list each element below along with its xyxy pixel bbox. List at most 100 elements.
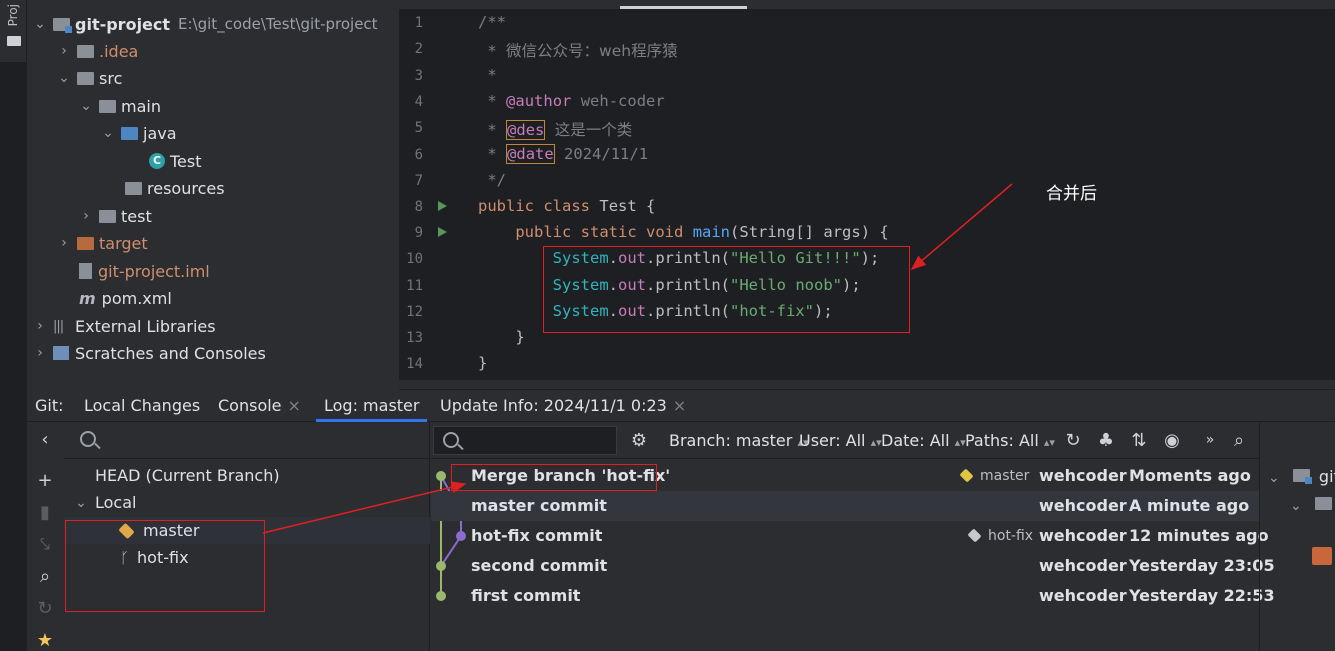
- tab-label: Update Info: 2024/11/1 0:23: [440, 396, 667, 415]
- tree-label: git-project.iml: [98, 261, 210, 281]
- commit-row[interactable]: second commit wehcoder Yesterday 23:05: [431, 551, 1275, 581]
- more-icon[interactable]: »: [1199, 422, 1221, 459]
- tree-row-resources[interactable]: resources: [119, 175, 225, 201]
- chevron-right-icon[interactable]: ›: [79, 208, 93, 224]
- commit-date: Yesterday 22:53: [1129, 586, 1275, 605]
- add-branch-icon[interactable]: +: [35, 470, 55, 491]
- tree-row-root[interactable]: ⌄ git-project E:\git_code\Test\git-proje…: [33, 11, 377, 37]
- chevron-right-icon[interactable]: ›: [33, 318, 47, 334]
- tree-row-external-libraries[interactable]: › ||| External Libraries: [33, 313, 215, 339]
- code-editor[interactable]: 1 2 3 4 5 6 7 8 9 10 11 12 13 14 /** * 微…: [399, 9, 1335, 389]
- chevron-down-icon[interactable]: ⌄: [79, 98, 93, 114]
- collapse-arrow-icon[interactable]: ‹: [35, 429, 55, 450]
- javadoc-date-value: 2024/11/1: [564, 145, 649, 163]
- commit-author: wehcoder: [1039, 586, 1127, 605]
- commit-row[interactable]: first commit wehcoder Yesterday 22:53: [431, 581, 1275, 611]
- log-toolbar: ⚙ Branch: master ▴▾ User: All ▴▾ Date: A…: [431, 422, 1259, 459]
- branch-pane: HEAD (Current Branch) ⌄ Local master ᚴ h…: [64, 422, 430, 651]
- user-filter[interactable]: User: All ▴▾: [799, 422, 882, 459]
- chevron-down-icon[interactable]: ⌄: [101, 125, 115, 141]
- run-method-icon[interactable]: [438, 227, 447, 237]
- tree-row-idea[interactable]: › .idea: [57, 38, 138, 64]
- folder-icon[interactable]: [7, 36, 21, 46]
- tab-local-changes[interactable]: Local Changes: [84, 390, 200, 422]
- tab-update-info[interactable]: Update Info: 2024/11/1 0:23 ×: [440, 390, 686, 422]
- left-stripe-background: [0, 62, 27, 390]
- date-filter[interactable]: Date: All ▴▾: [881, 422, 966, 459]
- code-line-14: }: [478, 354, 487, 372]
- tree-row-iml[interactable]: git-project.iml: [75, 258, 210, 284]
- log-search-input[interactable]: [433, 426, 617, 455]
- merge-icon[interactable]: ⤥: [35, 534, 55, 555]
- tree-row-target[interactable]: › target: [57, 230, 147, 256]
- paths-filter[interactable]: Paths: All ▴▾: [965, 422, 1055, 459]
- changes-root-row[interactable]: ⌄ git: [1268, 462, 1335, 492]
- tab-console[interactable]: Console ×: [218, 390, 301, 422]
- maven-icon: m: [79, 288, 96, 308]
- keyword: void: [646, 223, 684, 241]
- chevron-down-icon[interactable]: ⌄: [1290, 498, 1302, 514]
- delete-icon[interactable]: ▮: [35, 502, 55, 523]
- comment-open: /**: [478, 13, 506, 31]
- module-file-icon: [79, 263, 92, 279]
- branch-head-row[interactable]: HEAD (Current Branch): [64, 462, 430, 489]
- gear-icon[interactable]: ⚙: [628, 422, 650, 459]
- commit-date: 12 minutes ago: [1129, 526, 1269, 545]
- editor-tab-strip: [0, 0, 1335, 9]
- branch-search-bar[interactable]: [64, 422, 430, 459]
- brace: {: [646, 197, 656, 215]
- commit-row[interactable]: hot-fix commit hot-fix wehcoder 12 minut…: [431, 521, 1269, 551]
- refresh-icon[interactable]: ↻: [1062, 422, 1084, 459]
- eye-icon[interactable]: ◉: [1161, 422, 1183, 459]
- changes-folder-row[interactable]: ⌄: [1290, 490, 1332, 520]
- class-name: Test: [599, 197, 637, 215]
- line-number: 8: [414, 199, 423, 215]
- chevron-down-icon[interactable]: ⌄: [33, 16, 47, 32]
- branch-ref-tag-icon: [959, 468, 974, 483]
- search-icon[interactable]: ⌕: [35, 566, 55, 587]
- close-icon[interactable]: ×: [673, 396, 686, 415]
- ref-label: hot-fix: [988, 528, 1034, 544]
- cherry-pick-icon[interactable]: ♣: [1095, 422, 1117, 459]
- java-file-icon: [1312, 547, 1332, 565]
- chevron-right-icon[interactable]: ›: [57, 43, 71, 59]
- search-icon[interactable]: ⌕: [1228, 422, 1250, 459]
- project-tool-label[interactable]: Proj: [6, 4, 20, 26]
- folder-icon: [77, 44, 94, 58]
- tree-label: Test: [170, 151, 202, 171]
- tree-row-src[interactable]: ⌄ src: [57, 65, 122, 91]
- commit-author: wehcoder: [1039, 496, 1127, 515]
- star-icon[interactable]: ★: [35, 630, 55, 651]
- code-line-6: * @date 2024/11/1: [478, 144, 649, 164]
- commit-row[interactable]: master commit wehcoder A minute ago: [431, 491, 1259, 521]
- chevron-down-icon[interactable]: ⌄: [74, 495, 88, 511]
- git-tool-window: Git: Local Changes Console × Log: master …: [27, 390, 1335, 651]
- javadoc-author-tag: @author: [506, 92, 572, 110]
- git-tab-bar: Git: Local Changes Console × Log: master …: [27, 390, 1335, 422]
- javadoc-des-tag: @des: [506, 120, 546, 140]
- refresh-icon[interactable]: ↻: [35, 598, 55, 619]
- collapse-linear-icon[interactable]: ⇅: [1128, 422, 1150, 459]
- keyword: public: [478, 197, 534, 215]
- tree-row-java[interactable]: ⌄ java: [101, 120, 176, 146]
- tree-row-main[interactable]: ⌄ main: [79, 93, 161, 119]
- code-line-1: /**: [478, 13, 506, 31]
- excluded-folder-icon: [77, 236, 94, 250]
- tree-row-test[interactable]: › test: [79, 203, 152, 229]
- tree-row-test-class[interactable]: C Test: [149, 148, 202, 174]
- close-icon[interactable]: ×: [288, 396, 301, 415]
- branch-ref-tag-icon: [967, 528, 982, 543]
- branch-filter[interactable]: Branch: master ▴▾: [669, 422, 808, 459]
- chevron-down-icon[interactable]: ⌄: [1268, 470, 1280, 486]
- tree-row-scratches[interactable]: › Scratches and Consoles: [33, 340, 266, 366]
- tab-log-master[interactable]: Log: master: [315, 390, 429, 422]
- line-number: 7: [414, 173, 423, 189]
- tree-row-pom[interactable]: m pom.xml: [79, 285, 172, 311]
- chevron-right-icon[interactable]: ›: [33, 345, 47, 361]
- run-class-icon[interactable]: [438, 201, 447, 211]
- chevron-down-icon[interactable]: ⌄: [57, 70, 71, 86]
- ref-label: master: [980, 468, 1030, 484]
- paren: ): [860, 223, 871, 241]
- chevron-right-icon[interactable]: ›: [57, 235, 71, 251]
- branch-local-group[interactable]: ⌄ Local: [64, 489, 430, 516]
